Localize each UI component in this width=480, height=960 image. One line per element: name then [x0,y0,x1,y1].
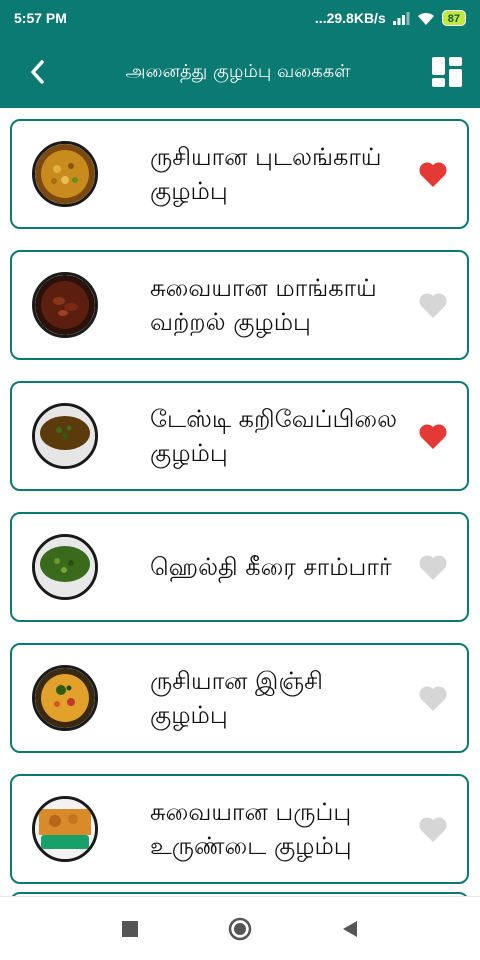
heart-outline-icon [419,293,447,318]
status-indicators: ...29.8KB/s 87 [315,10,466,26]
recipe-thumbnail [32,796,98,862]
favorite-button[interactable] [413,678,453,718]
recipe-title: ருசியான புடலங்காய் குழம்பு [150,143,382,205]
home-button[interactable] [220,909,260,949]
recipe-title: சுவையான மாங்காய் வற்றல் குழம்பு [150,274,377,336]
recipe-thumbnail [32,403,98,469]
status-time: 5:57 PM [14,10,67,26]
recipe-title: ருசியான இஞ்சி குழம்பு [150,667,323,729]
recipe-card[interactable]: டேஸ்டி கறிவேப்பிலை குழம்பு [10,381,469,491]
recipe-list[interactable]: ருசியான புடலங்காய் குழம்பு சுவையான மாங்க… [0,108,480,896]
recipe-thumbnail [32,272,98,338]
recipe-card[interactable]: ருசியான இஞ்சி குழம்பு [10,643,469,753]
recents-square-icon [122,920,138,937]
layout-toggle-button[interactable] [430,55,464,89]
favorite-button[interactable] [413,285,453,325]
grid-layout-icon [432,57,462,87]
recipe-thumbnail [32,665,98,731]
recipe-card[interactable]: சுவையான பருப்பு உருண்டை குழம்பு [10,774,469,884]
battery-indicator: 87 [441,10,466,26]
status-bar: 5:57 PM ...29.8KB/s 87 [0,0,480,36]
back-triangle-icon [343,920,357,937]
app-bar: அனைத்து குழம்பு வகைகள் [0,36,480,108]
recipe-thumbnail [32,141,98,207]
back-button[interactable] [22,57,52,87]
recipe-card[interactable]: ஹெல்தி கீரை சாம்பார் [10,512,469,622]
favorite-button[interactable] [413,809,453,849]
page-title: அனைத்து குழம்பு வகைகள் [125,60,351,82]
favorite-button[interactable] [413,416,453,456]
heart-filled-icon [419,162,447,187]
recipe-title: டேஸ்டி கறிவேப்பிலை குழம்பு [150,405,398,467]
recents-button[interactable] [110,909,150,949]
recipe-title: சுவையான பருப்பு உருண்டை குழம்பு [150,798,352,860]
signal-icon [392,12,410,25]
heart-outline-icon [419,555,447,580]
recipe-card[interactable]: ருசியான புடலங்காய் குழம்பு [10,119,469,229]
favorite-button[interactable] [413,154,453,194]
home-circle-icon [228,917,252,940]
recipe-thumbnail [32,534,98,600]
back-nav-button[interactable] [330,909,370,949]
recipe-title: ஹெல்தி கீரை சாம்பார் [150,553,392,581]
heart-outline-icon [419,817,447,842]
heart-outline-icon [419,686,447,711]
chevron-left-icon [31,60,44,84]
network-speed: ...29.8KB/s [314,10,386,26]
favorite-button[interactable] [413,547,453,587]
recipe-card[interactable]: சுவையான மாங்காய் வற்றல் குழம்பு [10,250,469,360]
wifi-icon [417,12,434,25]
heart-filled-icon [419,424,447,449]
system-nav-bar [0,896,480,960]
